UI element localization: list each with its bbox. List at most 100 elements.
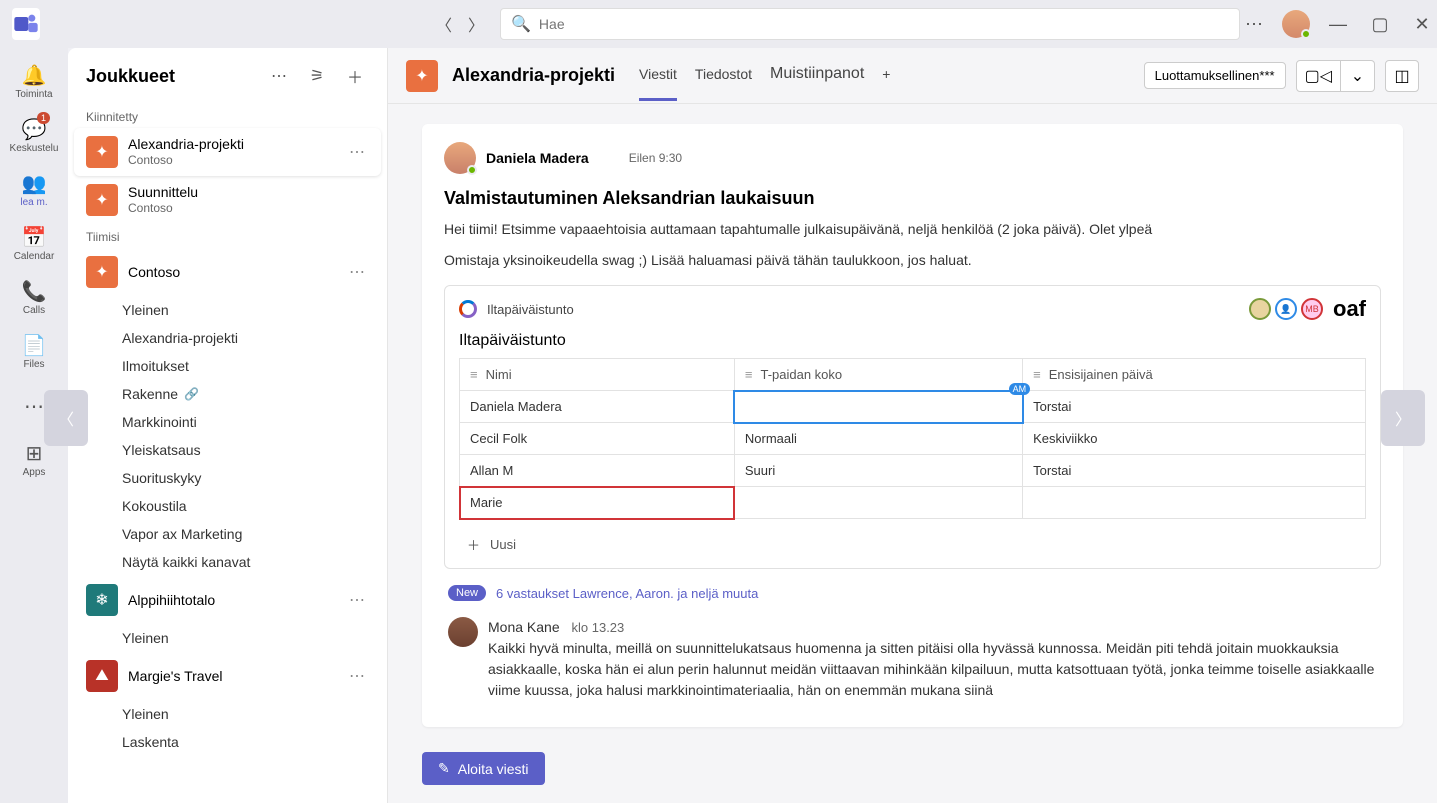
channel-item[interactable]: Alexandria-projekti: [68, 324, 387, 352]
search-box[interactable]: 🔍: [500, 8, 1240, 40]
sidebar-title: Joukkueet: [86, 66, 255, 87]
team-icon: ⛰: [86, 660, 118, 692]
rail-label: Toiminta: [15, 89, 52, 100]
channel-item[interactable]: Yleinen: [68, 700, 387, 728]
tab-add[interactable]: +: [882, 50, 890, 101]
rail-chat[interactable]: 💬1Keskustelu: [6, 110, 62, 162]
team-icon: ❄: [86, 584, 118, 616]
team-more-button[interactable]: ⋯: [345, 590, 369, 610]
cell[interactable]: Torstai: [1023, 391, 1366, 423]
presence-available-icon: [467, 165, 477, 175]
table-row[interactable]: Allan M Suuri Torstai: [460, 455, 1366, 487]
sensitivity-button[interactable]: Luottamuksellinen***: [1144, 62, 1286, 89]
team-name: Alexandria-projekti: [128, 136, 335, 153]
author-avatar[interactable]: [444, 142, 476, 174]
cell[interactable]: Allan M: [460, 455, 735, 487]
channel-item[interactable]: Rakenne🔗: [68, 380, 387, 408]
channel-item[interactable]: Laskenta: [68, 728, 387, 756]
reply-avatar[interactable]: [448, 617, 478, 647]
channel-item[interactable]: Markkinointi: [68, 408, 387, 436]
rail-activity[interactable]: 🔔 Toiminta: [6, 56, 62, 108]
messages-scroll[interactable]: Daniela Madera Eilen 9:30 Valmistautumin…: [388, 104, 1437, 803]
reply-time: klo 13.23: [572, 620, 625, 635]
window-maximize-button[interactable]: ▢: [1366, 10, 1394, 38]
col-header[interactable]: Nimi: [460, 359, 735, 391]
sidebar-more-button[interactable]: ⋯: [265, 62, 293, 90]
cell[interactable]: Suuri: [734, 455, 1022, 487]
channel-item[interactable]: Yleinen: [68, 624, 387, 652]
pinned-team-alexandria[interactable]: ✦ Alexandria-projektiContoso ⋯: [74, 128, 381, 176]
team-more-button[interactable]: ⋯: [345, 262, 369, 282]
rail-label: lea m.: [20, 197, 47, 208]
channel-item[interactable]: Ilmoitukset: [68, 352, 387, 380]
cell[interactable]: [734, 487, 1022, 519]
create-team-button[interactable]: ＋: [341, 62, 369, 90]
cell[interactable]: Torstai: [1023, 455, 1366, 487]
team-name: Suunnittelu: [128, 184, 369, 201]
window-minimize-button[interactable]: —: [1324, 10, 1352, 38]
cell[interactable]: Keskiviikko: [1023, 423, 1366, 455]
loop-component[interactable]: Iltapäiväistunto 👤 MB oaf Iltapäiväistun…: [444, 285, 1381, 569]
carousel-next-button[interactable]: 〉: [1381, 390, 1425, 446]
more-button[interactable]: ⋯: [1240, 10, 1268, 38]
team-alppihiihtotalo[interactable]: ❄ Alppihiihtotalo ⋯: [74, 576, 381, 624]
channel-item[interactable]: Kokoustila: [68, 492, 387, 520]
rail-label: Files: [23, 359, 44, 370]
nav-back-button[interactable]: 〈: [432, 12, 456, 36]
rail-files[interactable]: 📄Files: [6, 326, 62, 378]
team-name: Margie's Travel: [128, 668, 335, 685]
rail-label: Keskustelu: [10, 143, 59, 154]
channel-title: Alexandria-projekti: [452, 65, 615, 86]
carousel-prev-button[interactable]: 〈: [44, 390, 88, 446]
col-header[interactable]: T-paidan koko: [734, 359, 1022, 391]
team-more-button[interactable]: ⋯: [345, 142, 369, 162]
table-row[interactable]: Cecil Folk Normaali Keskiviikko: [460, 423, 1366, 455]
search-input[interactable]: [539, 16, 1229, 32]
channel-show-all[interactable]: Näytä kaikki kanavat: [68, 548, 387, 576]
open-pane-button[interactable]: ◫: [1385, 60, 1419, 92]
filter-button[interactable]: ⚞: [303, 62, 331, 90]
cell[interactable]: Normaali: [734, 423, 1022, 455]
cell[interactable]: Cecil Folk: [460, 423, 735, 455]
cell-active[interactable]: AM: [734, 391, 1022, 423]
team-margies-travel[interactable]: ⛰ Margie's Travel ⋯: [74, 652, 381, 700]
tab-notes[interactable]: Muistiinpanot: [770, 49, 864, 102]
channel-icon: ✦: [406, 60, 438, 92]
rail-calendar[interactable]: 📅Calendar: [6, 218, 62, 270]
channel-item[interactable]: Yleiskatsaus: [68, 436, 387, 464]
rail-teams[interactable]: 👥lea m.: [6, 164, 62, 216]
add-row-label: Uusi: [490, 537, 516, 552]
tab-files[interactable]: Tiedostot: [695, 50, 752, 101]
team-icon: ✦: [86, 184, 118, 216]
cell[interactable]: Daniela Madera: [460, 391, 735, 423]
post-title: Valmistautuminen Aleksandrian laukaisuun: [444, 188, 1381, 209]
meet-dropdown[interactable]: ⌄: [1341, 60, 1375, 92]
replies-link[interactable]: 6 vastaukset Lawrence, Aaron. ja neljä m…: [496, 586, 758, 601]
start-post-button[interactable]: ✎ Aloita viesti: [422, 752, 545, 785]
replies-summary[interactable]: New 6 vastaukset Lawrence, Aaron. ja nel…: [444, 569, 1381, 609]
nav-forward-button[interactable]: 〉: [464, 12, 488, 36]
channel-item[interactable]: Vapor ax Marketing: [68, 520, 387, 548]
cell-active[interactable]: Marie: [460, 487, 735, 519]
table-row[interactable]: Marie: [460, 487, 1366, 519]
col-header[interactable]: Ensisijainen päivä: [1023, 359, 1366, 391]
cell[interactable]: [1023, 487, 1366, 519]
post-body-line: Omistaja yksinoikeudella swag ;) Lisää h…: [444, 250, 1381, 271]
presence-available-icon: [1301, 29, 1311, 39]
channel-item[interactable]: Suorituskyky: [68, 464, 387, 492]
pinned-team-suunnittelu[interactable]: ✦ SuunnitteluContoso: [74, 176, 381, 224]
team-contoso[interactable]: ✦ Contoso ⋯: [74, 248, 381, 296]
table-row[interactable]: Daniela Madera AM Torstai: [460, 391, 1366, 423]
tab-messages[interactable]: Viestit: [639, 50, 677, 101]
add-row-button[interactable]: ＋Uusi: [445, 527, 1380, 568]
team-more-button[interactable]: ⋯: [345, 666, 369, 686]
loop-table[interactable]: Nimi T-paidan koko Ensisijainen päivä Da…: [459, 358, 1366, 519]
bell-icon: 🔔: [22, 65, 47, 87]
user-avatar[interactable]: [1282, 10, 1310, 38]
meet-button[interactable]: ▢◁: [1296, 60, 1341, 92]
rail-calls[interactable]: 📞Calls: [6, 272, 62, 324]
avatar: [1249, 298, 1271, 320]
channel-item[interactable]: Yleinen: [68, 296, 387, 324]
window-close-button[interactable]: ✕: [1408, 10, 1436, 38]
collaborator-avatars: 👤 MB: [1249, 298, 1323, 320]
